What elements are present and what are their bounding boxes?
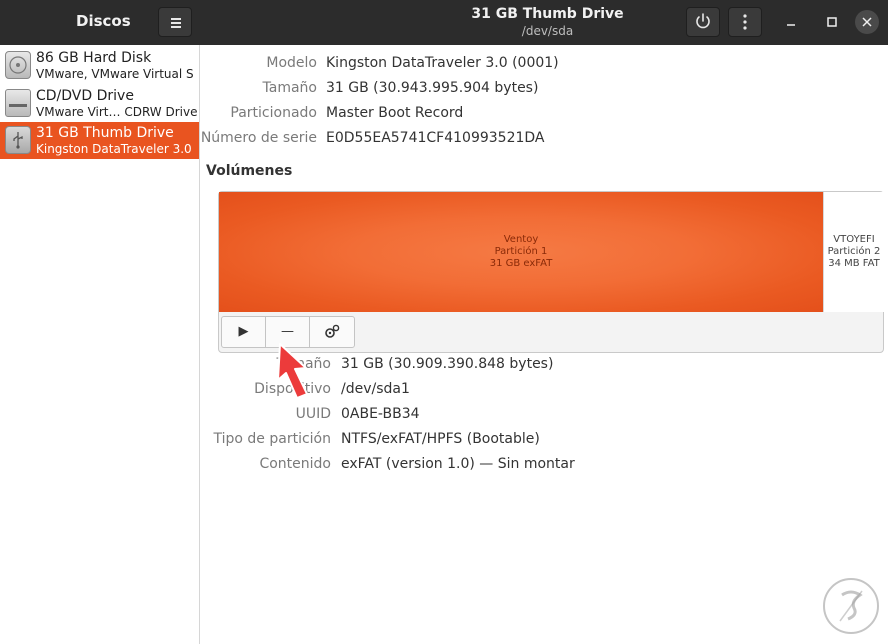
- info-row-model: Modelo: [200, 55, 317, 75]
- info-row-serial: Número de serie: [200, 130, 317, 150]
- info-value: Kingston DataTraveler 3.0 (0001): [326, 55, 559, 71]
- partition-label: Partición 1: [494, 246, 548, 257]
- hamburger-icon: [171, 22, 181, 24]
- info-value: E0D55EA5741CF410993521DA: [326, 130, 545, 146]
- drive-title: 31 GB Thumb Drive: [471, 6, 624, 22]
- drive-name: 86 GB Hard Disk: [36, 50, 152, 66]
- volumes-heading: Volúmenes: [206, 163, 293, 179]
- mount-button[interactable]: ▶: [222, 317, 266, 347]
- partition-1-block[interactable]: Ventoy Partición 1 31 GB exFAT: [219, 192, 823, 312]
- sidebar-header: Discos: [0, 0, 200, 45]
- optical-drive-icon: [5, 89, 31, 117]
- drive-name: 31 GB Thumb Drive: [36, 125, 174, 141]
- detail-label: Tipo de partición: [213, 431, 332, 447]
- detail-value: NTFS/exFAT/HPFS (Bootable): [341, 431, 540, 447]
- partition-name: Ventoy: [503, 234, 539, 245]
- kebab-icon: [743, 14, 747, 30]
- detail-value: /dev/sda1: [341, 381, 410, 397]
- maximize-button[interactable]: [817, 7, 847, 37]
- drive-device-path: /dev/sda: [521, 24, 574, 38]
- minimize-button[interactable]: [776, 7, 806, 37]
- drive-item-thumb-drive[interactable]: 31 GB Thumb Drive Kingston DataTraveler …: [0, 122, 199, 159]
- app-title: Discos: [76, 12, 131, 30]
- detail-row-contents: Contenido: [200, 456, 331, 476]
- gears-icon: [325, 324, 340, 338]
- detail-value: exFAT (version 1.0) — Sin montar: [341, 456, 575, 472]
- info-label: Número de serie: [200, 130, 317, 146]
- info-row-size: Tamaño: [200, 80, 317, 100]
- volume-map: Ventoy Partición 1 31 GB exFAT VTOYEFI P…: [218, 191, 884, 353]
- hamburger-icon: [171, 26, 181, 28]
- partition-2-block[interactable]: VTOYEFI Partición 2 34 MB FAT: [823, 192, 884, 312]
- watermark-logo-icon: [823, 578, 879, 634]
- info-label: Tamaño: [262, 80, 317, 96]
- main-menu-button[interactable]: [158, 7, 192, 37]
- detail-row-partition-type: Tipo de partición: [200, 431, 332, 451]
- detail-value: 31 GB (30.909.390.848 bytes): [341, 356, 554, 372]
- drive-item-cd-dvd[interactable]: CD/DVD Drive VMware Virt… CDRW Drive: [0, 85, 199, 122]
- drive-item-hard-disk[interactable]: 86 GB Hard Disk VMware, VMware Virtual S: [0, 47, 199, 84]
- minimize-icon: [787, 24, 795, 26]
- close-icon: [862, 17, 872, 27]
- hard-disk-icon: [5, 51, 31, 79]
- drive-description: VMware Virt… CDRW Drive: [36, 105, 198, 119]
- annotation-arrow-icon: [277, 343, 308, 399]
- drive-description: VMware, VMware Virtual S: [36, 67, 194, 81]
- drive-description: Kingston DataTraveler 3.0: [36, 142, 192, 156]
- info-value: Master Boot Record: [326, 105, 464, 121]
- partition-size: 31 GB exFAT: [489, 258, 553, 269]
- drive-name: CD/DVD Drive: [36, 88, 134, 104]
- drive-options-button[interactable]: [728, 7, 762, 37]
- drive-list: 86 GB Hard Disk VMware, VMware Virtual S…: [0, 45, 200, 644]
- info-row-partitioning: Particionado: [200, 105, 317, 125]
- minus-icon: —: [281, 324, 294, 339]
- info-label: Particionado: [230, 105, 317, 121]
- detail-label: Contenido: [259, 456, 331, 472]
- partition-label: Partición 2: [827, 246, 881, 257]
- partition-name: VTOYEFI: [833, 234, 875, 245]
- header-bar: Discos 31 GB Thumb Drive /dev/sda: [0, 0, 888, 45]
- close-button[interactable]: [855, 10, 879, 34]
- power-off-button[interactable]: [686, 7, 720, 37]
- maximize-icon: [827, 17, 837, 27]
- power-icon: [696, 13, 710, 29]
- info-label: Modelo: [266, 55, 317, 71]
- usb-drive-icon: [5, 126, 31, 154]
- hamburger-icon: [171, 18, 181, 20]
- info-value: 31 GB (30.943.995.904 bytes): [326, 80, 539, 96]
- play-icon: ▶: [238, 324, 249, 339]
- detail-value: 0ABE-BB34: [341, 406, 420, 422]
- partition-size: 34 MB FAT: [828, 258, 880, 269]
